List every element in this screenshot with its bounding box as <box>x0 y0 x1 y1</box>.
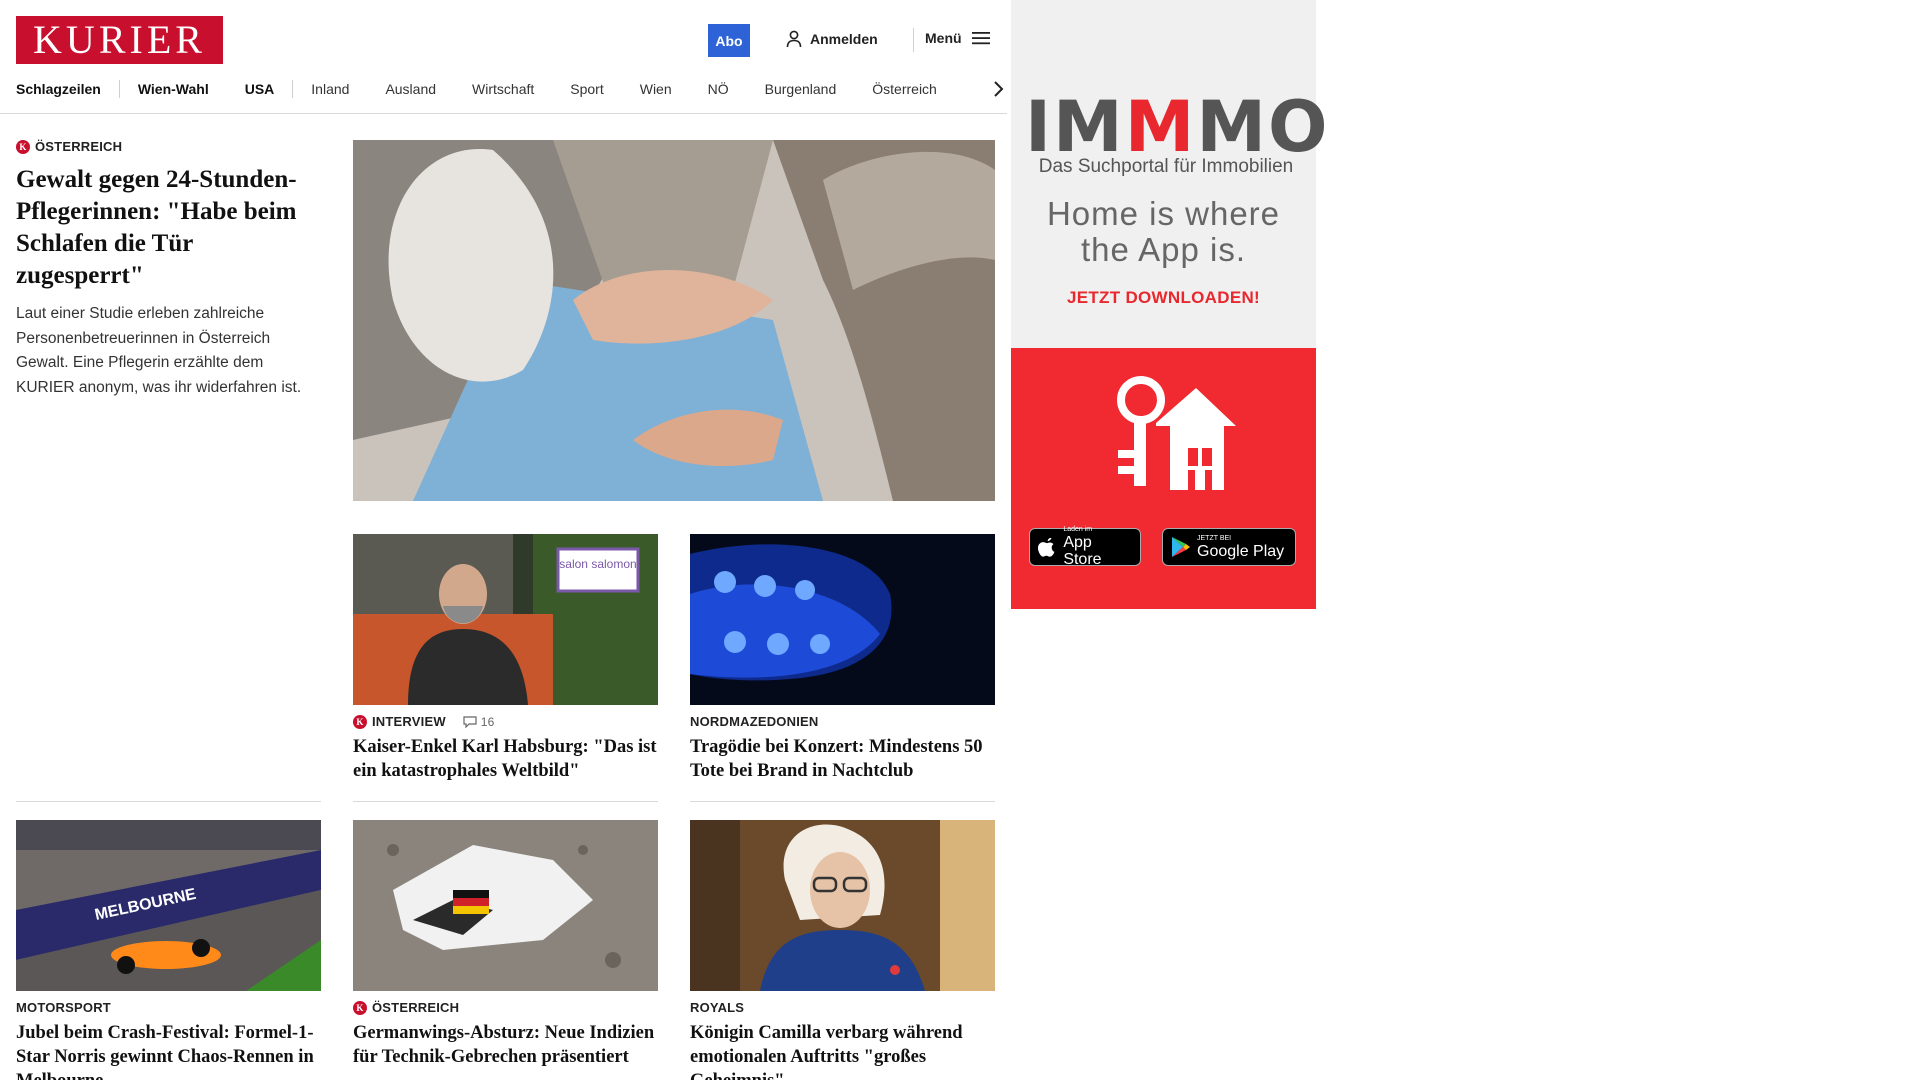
ad-claim: Home is where the App is. <box>1011 196 1316 268</box>
article-title[interactable]: Jubel beim Crash-Festival: Formel-1-Star… <box>16 1021 321 1080</box>
nav-item-wirtschaft[interactable]: Wirtschaft <box>454 76 552 102</box>
article-kicker: K ÖSTERREICH <box>353 1000 658 1015</box>
user-icon <box>786 30 802 48</box>
nav-item-inland[interactable]: Inland <box>293 76 367 102</box>
camilla-photo <box>690 820 995 991</box>
ad-download-cta[interactable]: JETZT DOWNLOADEN! <box>1011 288 1316 308</box>
interview-photo: salon salomon <box>353 534 658 705</box>
comment-count-value: 16 <box>480 714 495 729</box>
site-header: KURIER Abo Anmelden Menü Schlagzeilen Wi… <box>0 0 1007 114</box>
article-image[interactable] <box>353 820 658 991</box>
kicker-label: NORDMAZEDONIEN <box>690 714 819 729</box>
nav-item-schlagzeilen[interactable]: Schlagzeilen <box>16 76 119 102</box>
app-store-text: Laden im App Store <box>1063 526 1132 568</box>
hamburger-icon <box>971 32 990 45</box>
abo-button[interactable]: Abo <box>708 24 750 57</box>
kicker-label: INTERVIEW <box>372 714 446 729</box>
article-image[interactable] <box>690 820 995 991</box>
article-title[interactable]: Germanwings-Absturz: Neue Indizien für T… <box>353 1021 658 1069</box>
kicker-label: MOTORSPORT <box>16 1000 111 1015</box>
article-image[interactable]: salon salomon <box>353 534 658 705</box>
app-store-button[interactable]: Laden im App Store <box>1029 526 1141 568</box>
header-divider <box>913 28 914 52</box>
article-card[interactable]: ROYALS Königin Camilla verbarg während e… <box>690 820 995 1080</box>
google-play-big: Google Play <box>1197 542 1285 560</box>
nav-item-sport[interactable]: Sport <box>552 76 621 102</box>
kicker-label: ROYALS <box>690 1000 745 1015</box>
google-play-text: JETZT BEI Google Play <box>1197 535 1284 560</box>
nav-item-oesterreich[interactable]: Österreich <box>854 76 955 102</box>
chevron-right-icon[interactable] <box>991 80 1005 98</box>
police-light-photo <box>690 534 995 705</box>
card-divider <box>16 801 321 802</box>
login-label: Anmelden <box>810 31 878 47</box>
app-store-big: App Store <box>1063 534 1102 568</box>
lead-image[interactable] <box>353 140 995 501</box>
salon-salomon-label: salon salomon <box>559 557 636 571</box>
article-title[interactable]: Königin Camilla verbarg während emotiona… <box>690 1021 995 1080</box>
apple-icon <box>1038 538 1055 557</box>
kurier-badge-icon: K <box>16 139 30 154</box>
menu-button[interactable]: Menü <box>925 30 990 46</box>
nav-item-wien[interactable]: Wien <box>622 76 690 102</box>
ad-claim-line: the App is. <box>1080 231 1247 268</box>
nav-item-burgenland[interactable]: Burgenland <box>747 76 855 102</box>
login-button[interactable]: Anmelden <box>786 30 878 48</box>
card-divider <box>353 801 658 802</box>
card-divider <box>690 801 995 802</box>
app-store-small: Laden im <box>1063 526 1093 533</box>
comment-count[interactable]: 16 <box>463 715 495 729</box>
kicker-label: ÖSTERREICH <box>372 1000 460 1015</box>
article-title[interactable]: Tragödie bei Konzert: Mindestens 50 Tote… <box>690 735 995 783</box>
article-card[interactable]: K ÖSTERREICH Germanwings-Absturz: Neue I… <box>353 820 658 1069</box>
google-play-button[interactable]: JETZT BEI Google Play <box>1162 528 1296 566</box>
ad-claim-line: Home is where <box>1046 195 1281 232</box>
nav-item-noe[interactable]: NÖ <box>690 76 747 102</box>
article-kicker: K ÖSTERREICH <box>16 139 316 154</box>
article-card[interactable]: MELBOURNE MOTORSPORT Jubel beim Crash-Fe… <box>16 820 321 1080</box>
wreckage-photo <box>353 820 658 991</box>
article-card[interactable]: NORDMAZEDONIEN Tragödie bei Konzert: Min… <box>690 534 995 783</box>
caregiver-photo <box>353 140 995 501</box>
article-card[interactable]: salon salomon K INTERVIEW 16 Kaiser-Enke… <box>353 534 658 783</box>
article-image[interactable]: MELBOURNE <box>16 820 321 991</box>
google-play-small: JETZT BEI <box>1197 534 1232 542</box>
immmo-advertisement[interactable]: IMMMO Das Suchportal für Immobilien Home… <box>1011 0 1328 609</box>
nav-item-ausland[interactable]: Ausland <box>367 76 454 102</box>
comment-icon <box>463 715 477 728</box>
ad-subtitle: Das Suchportal für Immobilien <box>1038 156 1294 177</box>
kurier-badge-icon: K <box>353 1000 367 1015</box>
article-kicker: ROYALS <box>690 1000 995 1015</box>
article-kicker: MOTORSPORT <box>16 1000 321 1015</box>
lead-article[interactable]: K ÖSTERREICH Gewalt gegen 24-Stunden-Pfl… <box>16 139 316 400</box>
kurier-logo[interactable]: KURIER <box>16 16 223 64</box>
article-kicker: NORDMAZEDONIEN <box>690 714 995 729</box>
formula1-photo: MELBOURNE <box>16 820 321 991</box>
article-kicker: K INTERVIEW 16 <box>353 714 658 729</box>
article-image[interactable] <box>690 534 995 705</box>
kurier-badge-icon: K <box>353 714 367 729</box>
kicker-label: ÖSTERREICH <box>35 139 123 154</box>
lead-title[interactable]: Gewalt gegen 24-Stunden-Pflegerinnen: "H… <box>16 164 316 292</box>
house-key-icon <box>1117 376 1236 490</box>
article-title[interactable]: Kaiser-Enkel Karl Habsburg: "Das ist ein… <box>353 735 658 783</box>
nav-item-usa[interactable]: USA <box>227 76 293 102</box>
lead-teaser: Laut einer Studie erleben zahlreiche Per… <box>16 305 302 396</box>
ad-top-panel: IMMMO Das Suchportal für Immobilien Home… <box>1011 0 1328 348</box>
google-play-icon <box>1172 537 1190 557</box>
ad-bottom-panel: Laden im App Store JETZT BEI Google Play <box>1011 348 1316 609</box>
nav-item-wien-wahl[interactable]: Wien-Wahl <box>120 76 227 102</box>
menu-label: Menü <box>925 30 962 46</box>
section-nav: Schlagzeilen Wien-Wahl USA Inland Auslan… <box>16 76 1004 102</box>
immmo-logo: IMMMO <box>1025 92 1330 162</box>
